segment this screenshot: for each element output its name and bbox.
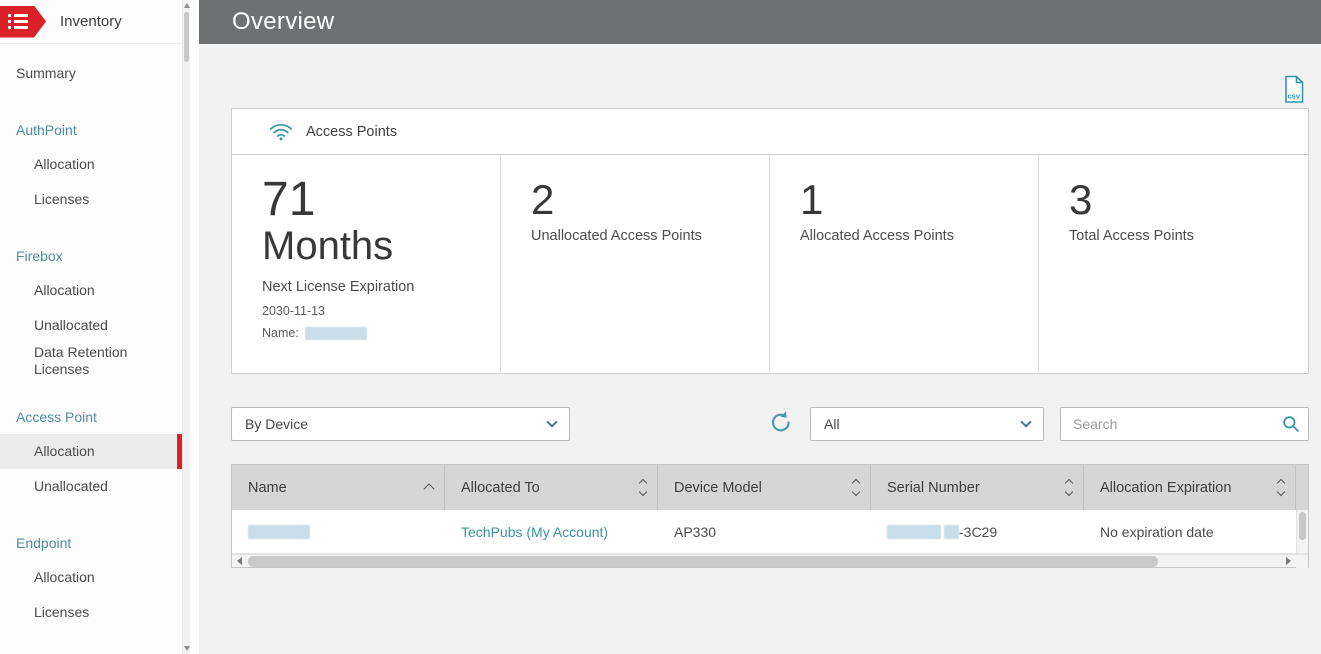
scrollbar-corner (1296, 554, 1308, 568)
sidebar-item-summary[interactable]: Summary (0, 56, 182, 91)
stat-label: Next License Expiration (262, 279, 415, 295)
scroll-up-icon[interactable] (183, 3, 190, 8)
stat-value: 71 (262, 173, 316, 226)
redacted-text (887, 524, 941, 539)
stat-label: Total Access Points (1069, 228, 1194, 244)
redacted-text (304, 326, 367, 340)
search-icon (1282, 415, 1300, 438)
card-header: Access Points (232, 109, 1308, 155)
table-vertical-scrollbar[interactable] (1296, 510, 1308, 553)
sidebar-item-access-point-allocation[interactable]: Allocation (0, 434, 182, 469)
stat-expiration-date: 2030-11-13 (262, 304, 326, 318)
stat-license-name: Name: (262, 326, 482, 340)
table-horizontal-scrollbar[interactable] (232, 554, 1308, 568)
serial-suffix: -3C29 (959, 523, 998, 540)
scope-filter-value: All (824, 416, 840, 432)
sidebar-item-firebox-unallocated[interactable]: Unallocated (0, 308, 182, 343)
stat-label: Unallocated Access Points (531, 228, 702, 244)
sidebar-section-firebox: Firebox (16, 247, 63, 264)
table-row[interactable]: TechPubs (My Account) AP330 -3C29 No exp… (232, 510, 1308, 554)
table-header-row: Name Allocated To Device Model Serial Nu… (232, 465, 1308, 510)
sidebar-section-endpoint: Endpoint (16, 534, 72, 551)
redacted-text (248, 524, 310, 539)
refresh-icon (771, 411, 790, 432)
horizontal-scrollbar-thumb[interactable] (248, 555, 1158, 567)
sidebar-item-endpoint-licenses[interactable]: Licenses (0, 595, 182, 630)
stat-value: 1 (800, 176, 824, 223)
stat-label: Allocated Access Points (800, 228, 954, 244)
column-header-allocation-expiration[interactable]: Allocation Expiration (1084, 465, 1296, 510)
cell-name (232, 510, 445, 553)
stat-unit: Months (262, 224, 394, 268)
header-spacer (1296, 465, 1308, 510)
access-points-summary-card: Access Points 71 Months Next License Exp… (231, 108, 1309, 374)
export-csv-button[interactable]: csv (1282, 75, 1306, 104)
page-header: Overview (199, 0, 1321, 44)
card-title: Access Points (306, 123, 398, 140)
name-label: Name: (262, 326, 299, 340)
stat-panel-allocated: 1 Allocated Access Points (770, 155, 1039, 372)
stat-value: 2 (531, 176, 555, 223)
sidebar-scrollbar-thumb[interactable] (184, 12, 189, 62)
horizontal-scrollbar-track[interactable] (247, 555, 1281, 568)
refresh-button[interactable] (768, 410, 794, 436)
cell-serial-number: -3C29 (871, 510, 1084, 553)
stat-value: 3 (1069, 176, 1093, 223)
stat-panel-total: 3 Total Access Points (1039, 155, 1308, 372)
page-title: Overview (232, 8, 335, 35)
sidebar-item-authpoint-allocation[interactable]: Allocation (0, 147, 182, 182)
sidebar-item-authpoint-licenses[interactable]: Licenses (0, 182, 182, 217)
sidebar-item-firebox-allocation[interactable]: Allocation (0, 273, 182, 308)
sidebar-item-firebox-data-retention-licenses[interactable]: Data Retention Licenses (0, 343, 182, 378)
sidebar-title: Inventory (60, 13, 122, 30)
search-input[interactable] (1060, 407, 1309, 441)
scope-filter-select[interactable]: All (810, 407, 1044, 441)
sort-both-icon (1064, 478, 1074, 497)
sidebar-item-endpoint-allocation[interactable]: Allocation (0, 560, 182, 595)
cell-allocated-to: TechPubs (My Account) (445, 510, 658, 553)
sort-asc-icon (423, 482, 435, 495)
access-points-table: Name Allocated To Device Model Serial Nu… (231, 464, 1309, 568)
sort-both-icon (1276, 478, 1286, 497)
sidebar-item-access-point-unallocated[interactable]: Unallocated (0, 469, 182, 504)
stat-panel-unallocated: 2 Unallocated Access Points (501, 155, 770, 372)
sidebar-section-authpoint: AuthPoint (16, 121, 77, 138)
svg-text:csv: csv (1288, 92, 1301, 101)
column-header-device-model[interactable]: Device Model (658, 465, 871, 510)
group-by-value: By Device (245, 416, 309, 432)
sidebar-section-access-point: Access Point (16, 408, 97, 425)
sidebar-header: Inventory (0, 0, 182, 44)
sidebar: Inventory Summary AuthPoint Allocation L… (0, 0, 190, 654)
column-header-name[interactable]: Name (232, 465, 445, 510)
csv-file-icon: csv (1285, 75, 1304, 103)
group-by-select[interactable]: By Device (231, 407, 570, 441)
app-root: Inventory Summary AuthPoint Allocation L… (0, 0, 1321, 654)
redacted-text (944, 524, 959, 539)
scroll-down-icon[interactable] (183, 646, 190, 651)
sort-both-icon (851, 478, 861, 497)
main-content: csv Access Points 71 Months Next License… (199, 44, 1321, 654)
stats-panels: 71 Months Next License Expiration 2030-1… (232, 155, 1308, 372)
chevron-down-icon (1020, 415, 1032, 428)
vertical-scrollbar-thumb[interactable] (1299, 512, 1306, 540)
allocated-to-link[interactable]: TechPubs (My Account) (461, 524, 608, 540)
sidebar-scrollbar[interactable] (182, 0, 190, 654)
column-header-serial-number[interactable]: Serial Number (871, 465, 1084, 510)
cell-device-model: AP330 (674, 523, 717, 540)
wifi-icon (269, 123, 293, 141)
chevron-down-icon (546, 415, 558, 428)
sidebar-nav: Summary AuthPoint Allocation Licenses Fi… (0, 44, 182, 630)
stat-panel-next-license-expiration: 71 Months Next License Expiration 2030-1… (232, 155, 501, 372)
sort-both-icon (638, 478, 648, 497)
inventory-list-icon (0, 5, 46, 38)
scroll-left-icon[interactable] (232, 555, 247, 568)
search-box (1060, 407, 1309, 441)
column-header-allocated-to[interactable]: Allocated To (445, 465, 658, 510)
scroll-right-icon[interactable] (1281, 555, 1296, 568)
cell-allocation-expiration: No expiration date (1100, 523, 1214, 540)
